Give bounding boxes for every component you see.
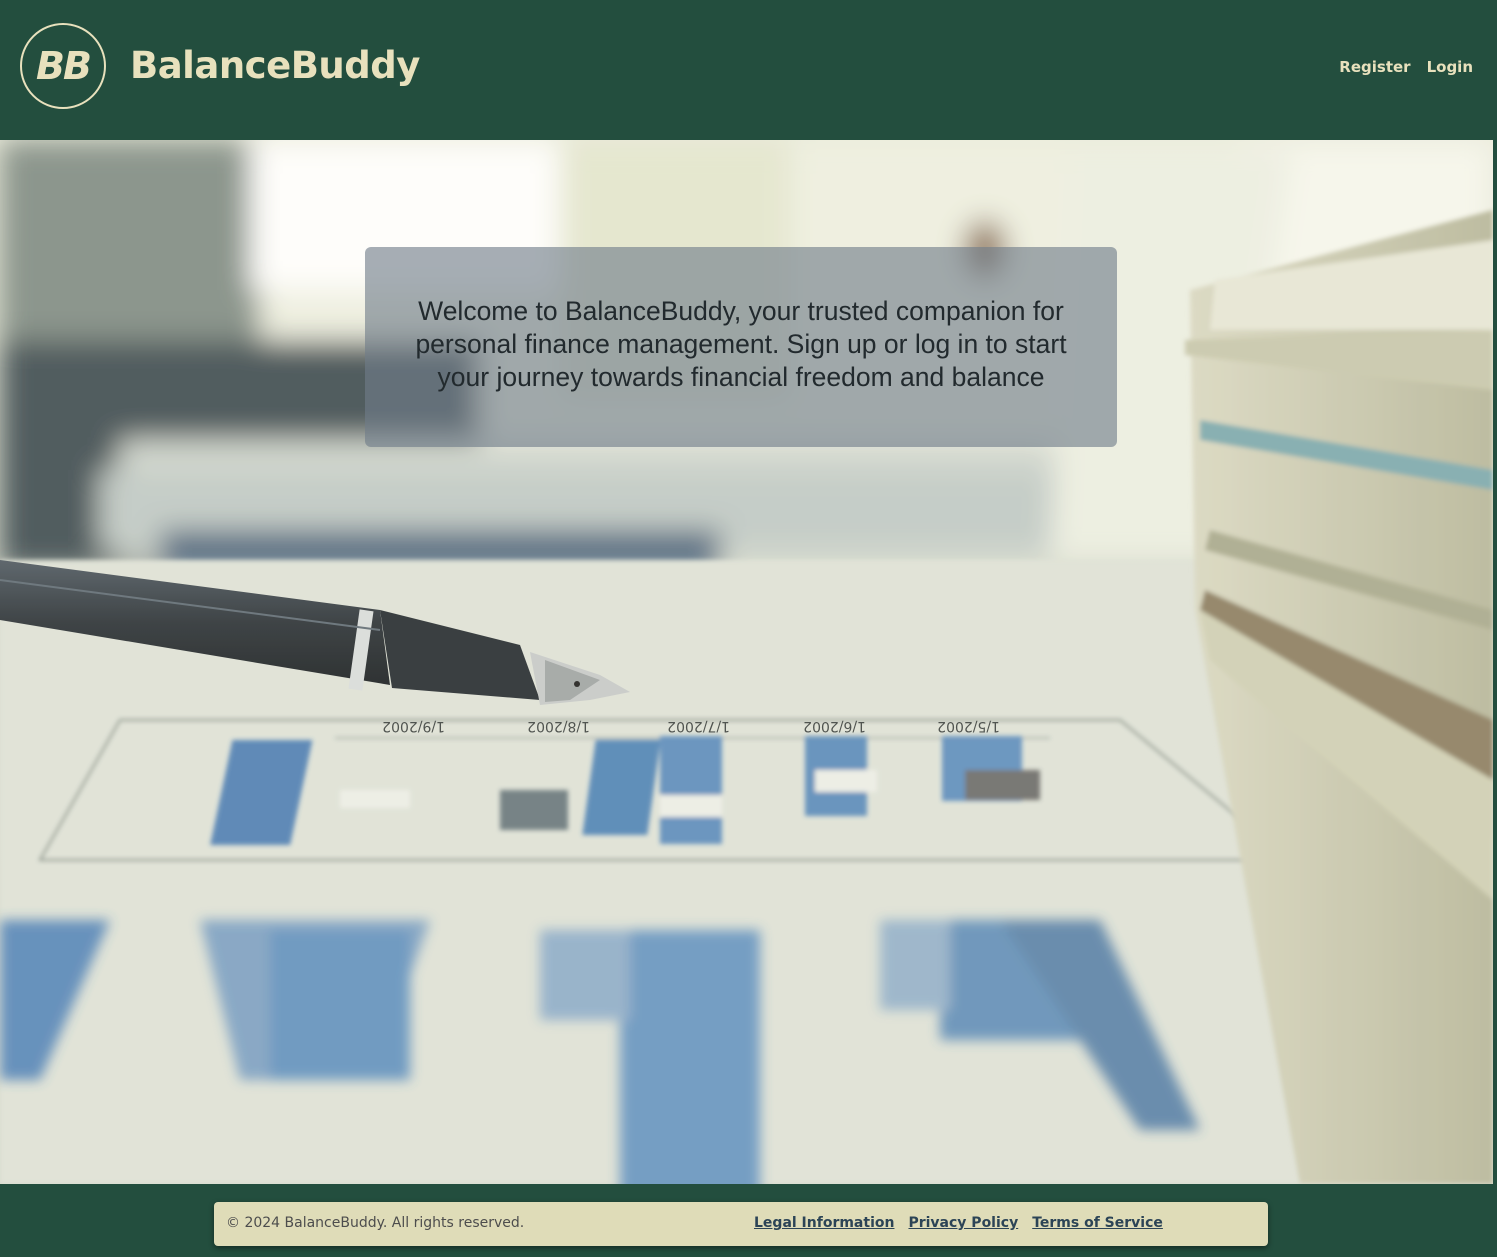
footer-bar: © 2024 BalanceBuddy. All rights reserved… [214,1202,1268,1246]
brand-name[interactable]: BalanceBuddy [130,40,420,92]
logo-monogram: BB [36,44,92,88]
site-header: BB BalanceBuddy Register Login [0,0,1497,140]
privacy-policy-link[interactable]: Privacy Policy [908,1215,1018,1231]
login-link[interactable]: Login [1427,58,1473,76]
welcome-message: Welcome to BalanceBuddy, your trusted co… [415,296,1067,392]
copyright-text: © 2024 BalanceBuddy. All rights reserved… [226,1215,525,1231]
legal-information-link[interactable]: Legal Information [754,1215,894,1231]
terms-of-service-link[interactable]: Terms of Service [1032,1215,1163,1231]
header-nav: Register Login [1339,58,1473,76]
site-footer: © 2024 BalanceBuddy. All rights reserved… [0,1184,1497,1257]
logo-badge[interactable]: BB [20,23,106,109]
page-edge [1493,140,1497,1184]
footer-links: Legal Information Privacy Policy Terms o… [754,1215,1163,1231]
welcome-card: Welcome to BalanceBuddy, your trusted co… [365,247,1117,447]
hero-section: 1/5/2002 1/6/2002 1/7/2002 1/8/2002 1/9/… [0,140,1493,1184]
register-link[interactable]: Register [1339,58,1410,76]
